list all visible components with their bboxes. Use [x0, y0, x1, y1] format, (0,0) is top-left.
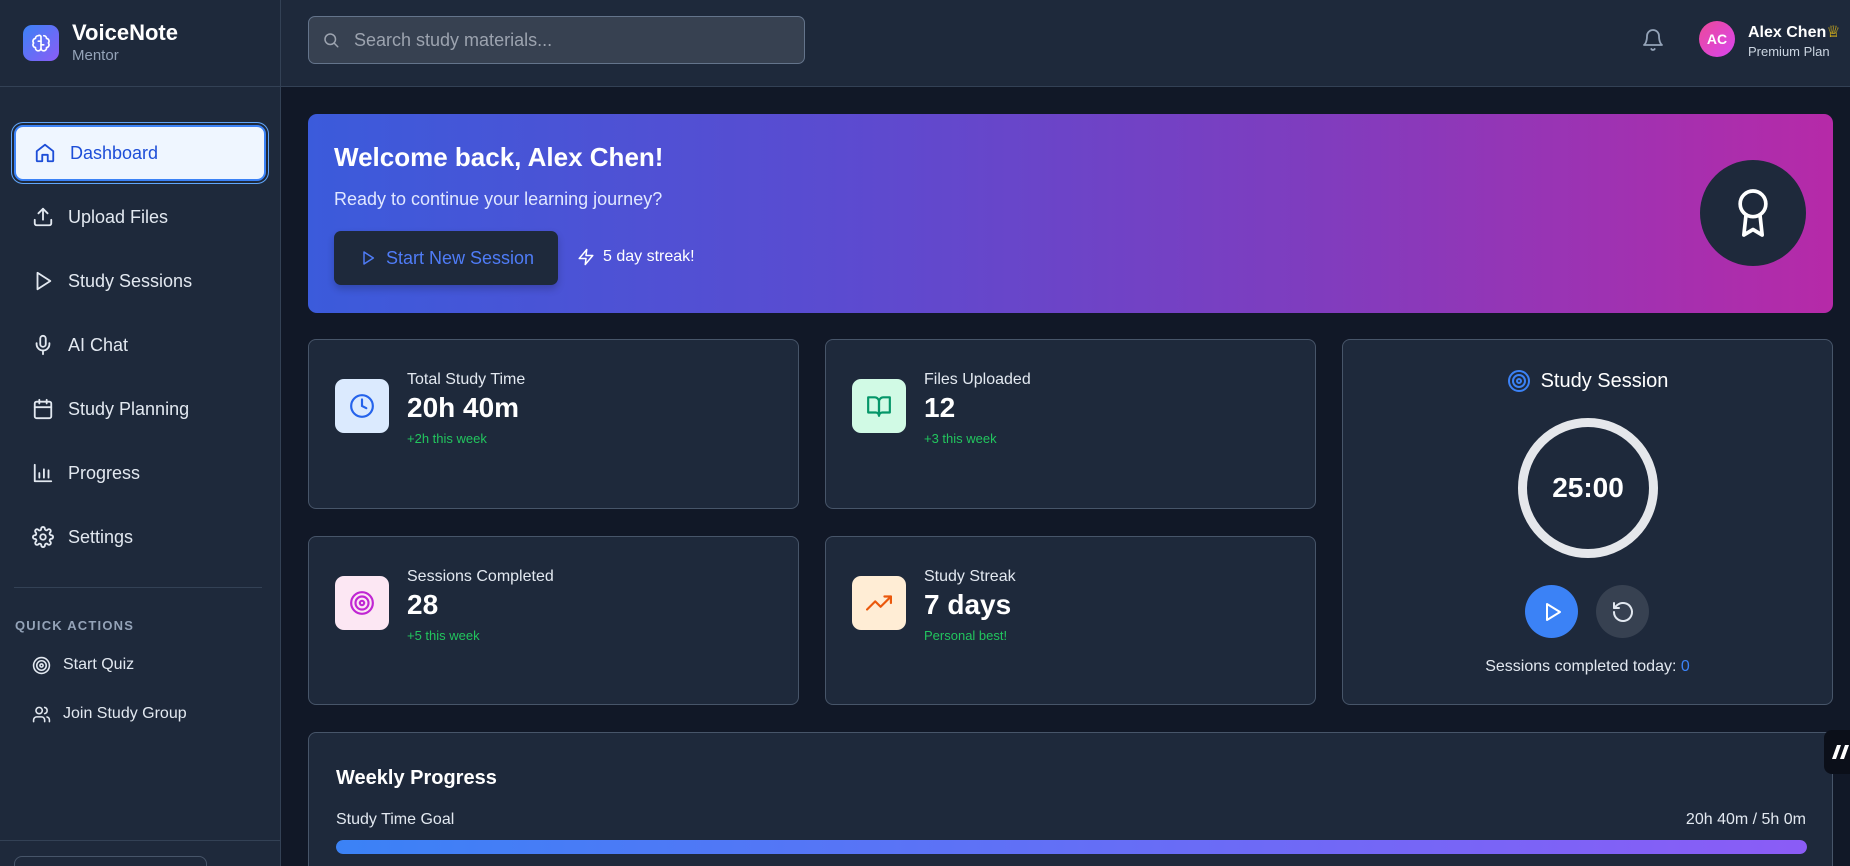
stat-delta: +3 this week	[924, 431, 997, 446]
crown-icon: ♕	[1826, 24, 1841, 41]
streak-text: 5 day streak!	[603, 248, 695, 265]
gear-icon	[32, 526, 54, 548]
brand-subtitle: Mentor	[72, 47, 119, 64]
play-icon	[36, 271, 52, 291]
welcome-subtitle: Ready to continue your learning journey?	[334, 189, 663, 209]
sidebar-item-progress[interactable]: Progress	[14, 445, 266, 501]
sidebar-item-study-sessions[interactable]: Study Sessions	[14, 253, 266, 309]
study-session-title: Study Session	[1343, 369, 1832, 393]
brain-icon	[23, 25, 59, 61]
upload-icon	[33, 207, 53, 227]
stat-value: 20h 40m	[407, 392, 520, 423]
bar-chart-icon	[33, 463, 53, 483]
users-icon	[32, 706, 51, 722]
clock-icon	[335, 379, 389, 433]
quote-icon	[1832, 745, 1849, 759]
study-session-panel: Study Session 25:00 Sessions completed t…	[1342, 339, 1833, 705]
brand-name: VoiceNote	[72, 20, 178, 45]
sidebar-footer-divider	[0, 840, 280, 841]
stat-value: 28	[407, 589, 439, 620]
stat-delta: +2h this week	[407, 431, 487, 446]
quick-action-label: Start Quiz	[63, 656, 135, 673]
stat-value: 12	[924, 392, 956, 423]
sidebar-item-label: Settings	[68, 526, 134, 547]
sidebar-item-study-planning[interactable]: Study Planning	[14, 381, 266, 437]
lightning-icon	[578, 248, 594, 266]
sidebar-item-label: AI Chat	[68, 334, 129, 355]
user-name-text: Alex Chen	[1748, 24, 1827, 41]
brand[interactable]: VoiceNote Mentor	[0, 0, 280, 87]
reset-icon	[1612, 601, 1633, 622]
microphone-icon	[35, 334, 51, 356]
goal-progress-bar	[336, 840, 1807, 854]
stat-delta: +5 this week	[407, 628, 480, 643]
bell-icon[interactable]	[1641, 28, 1665, 52]
avatar[interactable]: AC	[1699, 21, 1735, 57]
user-name[interactable]: Alex Chen♕	[1748, 22, 1841, 42]
welcome-title: Welcome back, Alex Chen!	[334, 142, 664, 172]
sidebar-nav: Dashboard Upload Files Study Sessions AI…	[0, 87, 280, 565]
target-icon	[335, 576, 389, 630]
play-icon	[1545, 602, 1561, 621]
sessions-completed-label: Sessions completed today:	[1485, 658, 1677, 675]
sidebar-item-dashboard[interactable]: Dashboard	[14, 125, 266, 181]
stat-delta: Personal best!	[924, 628, 1008, 643]
trending-up-icon	[852, 576, 906, 630]
award-icon	[1700, 160, 1806, 266]
stat-label: Sessions Completed	[407, 568, 554, 585]
stat-card-files-uploaded: Files Uploaded 12 +3 this week	[825, 339, 1316, 509]
floating-widget-button[interactable]	[1824, 730, 1850, 774]
sidebar-item-label: Progress	[68, 462, 141, 483]
sessions-completed-count: 0	[1680, 658, 1690, 675]
quick-action-start-quiz[interactable]: Start Quiz	[0, 651, 280, 679]
search-input[interactable]	[354, 29, 774, 51]
topbar: AC Alex Chen♕ Premium Plan	[281, 0, 1850, 87]
sidebar-item-upload-files[interactable]: Upload Files	[14, 189, 266, 245]
sessions-completed-today: Sessions completed today: 0	[1343, 658, 1832, 676]
streak-indicator: 5 day streak!	[577, 248, 695, 266]
user-plan: Premium Plan	[1748, 44, 1830, 59]
search-icon	[324, 33, 339, 48]
quick-action-join-study-group[interactable]: Join Study Group	[0, 700, 280, 728]
sidebar-item-label: Study Planning	[68, 398, 190, 419]
quick-action-label: Join Study Group	[63, 705, 187, 722]
study-session-title-text: Study Session	[1540, 369, 1669, 392]
stat-card-total-study-time: Total Study Time 20h 40m +2h this week	[308, 339, 799, 509]
search-bar[interactable]	[308, 16, 805, 64]
start-timer-button[interactable]	[1525, 585, 1578, 638]
stat-label: Total Study Time	[407, 371, 526, 388]
calendar-icon	[33, 398, 53, 420]
stat-label: Files Uploaded	[924, 371, 1031, 388]
reset-timer-button[interactable]	[1596, 585, 1649, 638]
stat-value: 7 days	[924, 589, 1012, 620]
sidebar-item-label: Upload Files	[68, 206, 169, 227]
book-icon	[852, 379, 906, 433]
sidebar-item-settings[interactable]: Settings	[14, 509, 266, 565]
home-icon	[35, 143, 55, 163]
goal-progress-fill	[336, 840, 1807, 854]
sidebar-footer-button[interactable]	[14, 856, 207, 866]
stat-label: Study Streak	[924, 568, 1016, 585]
quick-actions-title: QUICK ACTIONS	[15, 618, 135, 633]
start-new-session-label: Start New Session	[386, 247, 535, 268]
weekly-progress-title: Weekly Progress	[336, 767, 497, 789]
welcome-banner: Welcome back, Alex Chen! Ready to contin…	[308, 114, 1833, 313]
sidebar-item-label: Study Sessions	[68, 270, 193, 291]
goal-value: 20h 40m / 5h 0m	[1685, 811, 1806, 828]
stat-card-sessions-completed: Sessions Completed 28 +5 this week	[308, 536, 799, 705]
sidebar: VoiceNote Mentor Dashboard Upload Files …	[0, 0, 281, 866]
weekly-progress-panel: Weekly Progress Study Time Goal 20h 40m …	[308, 732, 1833, 866]
sidebar-item-label: Dashboard	[70, 142, 159, 163]
timer-display: 25:00	[1518, 418, 1658, 558]
target-icon	[1507, 370, 1530, 392]
start-new-session-button[interactable]: Start New Session	[334, 231, 558, 285]
sidebar-item-ai-chat[interactable]: AI Chat	[14, 317, 266, 373]
stat-card-study-streak: Study Streak 7 days Personal best!	[825, 536, 1316, 705]
target-icon	[32, 656, 51, 674]
goal-label: Study Time Goal	[336, 811, 455, 828]
play-icon	[363, 251, 375, 265]
